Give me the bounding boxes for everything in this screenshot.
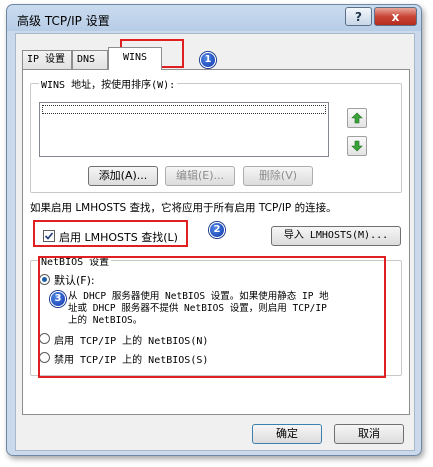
wins-group-label: WINS 地址，按使用排序(W): xyxy=(39,76,178,91)
annotation-badge-2: 2 xyxy=(209,222,225,238)
netbios-enable-label[interactable]: 启用 TCP/IP 上的 NetBIOS(N) xyxy=(54,332,208,347)
title-bar[interactable]: 高级 TCP/IP 设置 ? x xyxy=(7,5,421,33)
netbios-disable-label[interactable]: 禁用 TCP/IP 上的 NetBIOS(S) xyxy=(54,351,208,366)
enable-lmhosts-checkbox[interactable] xyxy=(43,230,55,242)
netbios-group-label: NetBIOS 设置 xyxy=(39,253,112,268)
close-button[interactable]: x xyxy=(374,7,417,26)
annotation-badge-3: 3 xyxy=(50,291,66,307)
add-wins-button[interactable]: 添加(A)... xyxy=(88,166,158,186)
netbios-group: NetBIOS 设置 默认(F): 从 DHCP 服务器使用 NetBIOS 设… xyxy=(30,253,402,376)
radio-netbios-disable[interactable] xyxy=(39,352,50,363)
tab-ip-settings[interactable]: IP 设置 xyxy=(22,50,72,69)
ok-button[interactable]: 确定 xyxy=(252,424,322,444)
wins-address-group: WINS 地址，按使用排序(W): 添加(A)... 编辑(E)... 删除(V… xyxy=(30,76,402,193)
wins-tab-panel: WINS 地址，按使用排序(W): 添加(A)... 编辑(E)... 删除(V… xyxy=(22,69,410,415)
close-icon: x xyxy=(391,9,400,24)
cancel-button[interactable]: 取消 xyxy=(334,424,404,444)
radio-netbios-enable[interactable] xyxy=(39,333,50,344)
wins-address-list[interactable] xyxy=(39,102,329,157)
arrow-down-icon xyxy=(351,140,363,152)
annotation-badge-1: 1 xyxy=(200,52,216,68)
radio-selected-dot xyxy=(42,277,47,282)
netbios-default-label[interactable]: 默认(F): xyxy=(54,272,95,288)
wins-list-focus-row xyxy=(42,105,326,114)
delete-wins-button[interactable]: 删除(V) xyxy=(243,166,313,186)
tab-dns[interactable]: DNS xyxy=(72,50,108,69)
window-title: 高级 TCP/IP 设置 xyxy=(17,14,110,28)
radio-netbios-default[interactable] xyxy=(39,274,50,285)
enable-lmhosts-label[interactable]: 启用 LMHOSTS 查找(L) xyxy=(59,229,178,245)
import-lmhosts-button[interactable]: 导入 LMHOSTS(M)... xyxy=(271,226,401,246)
move-down-button[interactable] xyxy=(347,136,367,156)
netbios-default-desc-3: 上的 NetBIOS。 xyxy=(68,315,143,326)
help-button[interactable]: ? xyxy=(345,7,372,26)
edit-wins-button[interactable]: 编辑(E)... xyxy=(165,166,235,186)
arrow-up-icon xyxy=(351,112,363,124)
checkmark-icon xyxy=(44,232,54,240)
help-icon: ? xyxy=(355,9,362,24)
tab-wins[interactable]: WINS xyxy=(108,47,162,70)
move-up-button[interactable] xyxy=(347,108,367,128)
lmhosts-info-text: 如果启用 LMHOSTS 查找，它将应用于所有启用 TCP/IP 的连接。 xyxy=(30,202,337,214)
dialog-content: IP 设置 DNS WINS WINS 地址，按使用排序(W): 添加(A)..… xyxy=(15,33,415,451)
